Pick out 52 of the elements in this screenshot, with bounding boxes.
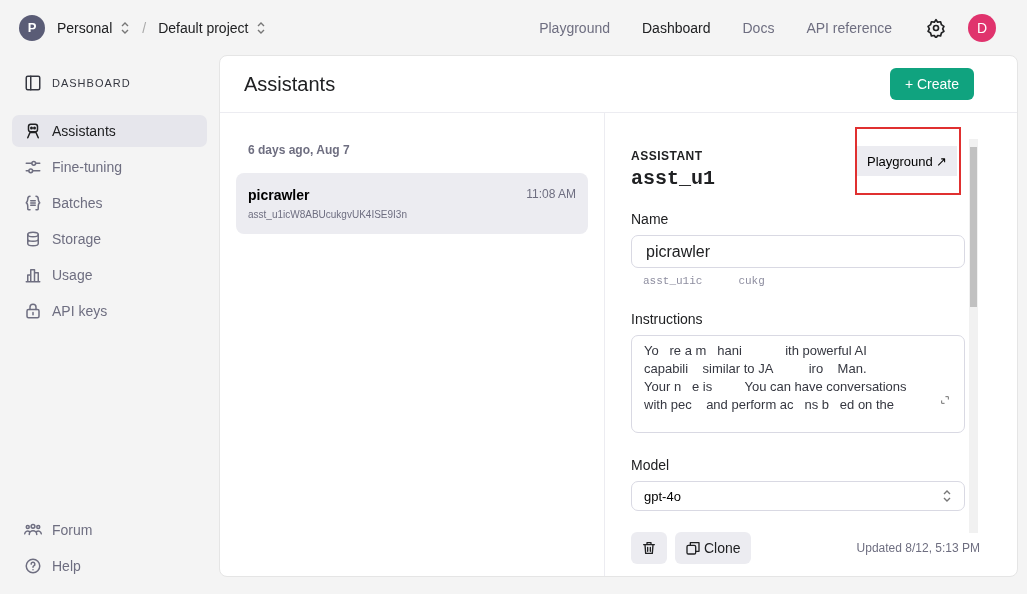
nav-link[interactable]: Docs [730,19,787,36]
sidebar-toggle-icon [24,74,42,92]
chevron-updown-icon [256,20,267,35]
braces-icon [24,194,42,212]
updated-time: Updated 8/12, 5:13 PM [856,541,980,555]
sidebar-link[interactable]: Help [12,550,207,582]
sidebar-link[interactable]: Forum [12,514,207,546]
help-icon [24,557,42,575]
nav-link[interactable]: API reference [794,19,904,36]
sidebar-item[interactable]: Batches [12,187,207,219]
field-label: Model [631,457,671,473]
robot-icon [24,122,42,140]
assistant-id-fragment: asst_u1ic [643,275,703,287]
database-icon [24,230,42,248]
name-field[interactable]: picrawler [631,235,965,268]
field-label: Name [631,211,670,227]
breadcrumb-separator: / [142,19,147,36]
scrollbar[interactable] [969,139,978,533]
assistant-row[interactable]: picrawler 11:08 AM asst_u1icW8ABUcukgvUK4ISE9I3n [236,173,588,234]
page-title: Assistants [244,72,336,96]
lock-icon [24,302,42,320]
sidebar-item[interactable]: Usage [12,259,207,291]
sidebar-item[interactable]: Storage [12,223,207,255]
settings-icon [926,17,946,38]
org-switcher[interactable]: Personal [53,19,135,36]
project-switcher[interactable]: Default project [154,19,271,36]
nav-link[interactable]: Playground [527,19,622,36]
playground-button[interactable]: Playground ↗ [857,146,958,176]
sidebar-item[interactable]: Fine-tuning [12,151,207,183]
field-label: Instructions [631,311,704,327]
nav-link[interactable]: Dashboard [630,19,723,36]
sidebar-title: DASHBOARD [52,77,131,89]
model-select[interactable]: gpt-4o [631,481,965,511]
instructions-field[interactable]: Yo re a m hani ith powerful AI capabili similar to JA iro Man. Your n e is You can have conversations with pec and perform ac ns b ed on the [631,335,965,433]
group-label: 6 days ago, Aug 7 [248,143,351,157]
section-label: ASSISTANT [631,148,704,163]
delete-button[interactable] [631,532,667,564]
assistant-id: asst_u1 [631,166,715,190]
copy-icon [685,540,701,556]
chevron-updown-icon [942,489,952,503]
trash-icon [641,540,657,556]
org-avatar[interactable]: P [19,14,45,41]
create-button[interactable]: + Create [889,68,974,100]
sliders-icon [24,158,42,176]
chevron-updown-icon [120,20,131,35]
bar-chart-icon [24,266,42,284]
clone-button[interactable]: Clone [675,532,751,564]
user-avatar[interactable]: D [968,13,996,42]
assistant-id-fragment: cukg [738,275,765,287]
sidebar-item[interactable]: API keys [12,295,207,327]
sidebar-item[interactable]: Assistants [12,115,207,147]
expand-icon [940,395,950,405]
